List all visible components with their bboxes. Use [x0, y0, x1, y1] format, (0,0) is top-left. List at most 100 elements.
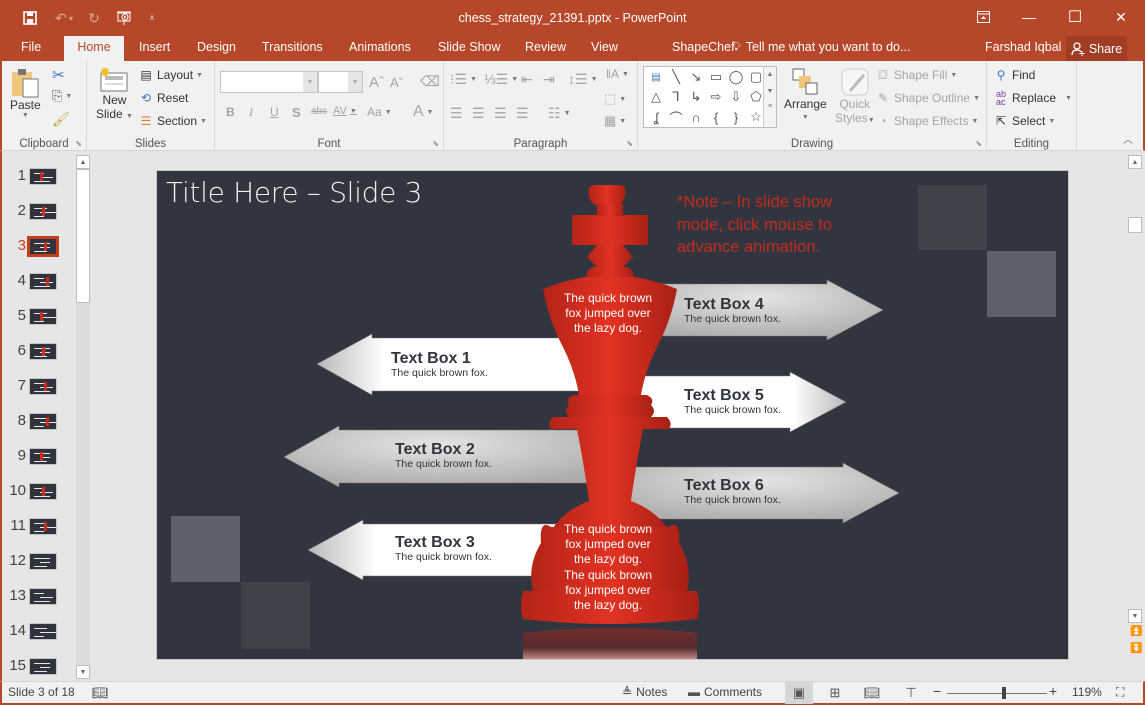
slide-thumbnail-image[interactable]: [29, 518, 57, 535]
tab-slide-show[interactable]: Slide Show: [428, 36, 511, 61]
slide-thumbnail-image[interactable]: [29, 168, 57, 185]
user-name[interactable]: Farshad Iqbal: [985, 36, 1061, 59]
slide-thumbnail-4[interactable]: 4: [2, 264, 77, 299]
change-case-button[interactable]: Aa ▼: [367, 105, 392, 119]
slide-thumbnail-7[interactable]: 7: [2, 369, 77, 404]
font-color-button[interactable]: A ▼: [413, 103, 434, 121]
zoom-slider[interactable]: [947, 693, 1047, 694]
quick-styles-button[interactable]: Quick Styles▼: [835, 67, 875, 128]
zoom-slider-handle[interactable]: [1002, 687, 1007, 699]
shape-effects-button[interactable]: ◔ Shape Effects ▼: [875, 113, 978, 129]
close-button[interactable]: ✕: [1098, 4, 1144, 30]
slide-thumbnail-3[interactable]: 3: [2, 229, 77, 264]
left-brace-shape-icon[interactable]: {: [706, 107, 726, 127]
paste-button[interactable]: Paste ▼: [10, 66, 41, 119]
canvas-scroll-up-icon[interactable]: ▲: [1128, 155, 1142, 169]
slide-thumbnail-image[interactable]: [29, 378, 57, 395]
slide-thumbnail-image[interactable]: [29, 343, 57, 360]
redo-icon[interactable]: ↻: [83, 8, 105, 28]
thumb-scroll-down-icon[interactable]: ▼: [76, 665, 90, 679]
share-button[interactable]: Share: [1066, 36, 1127, 61]
notes-button[interactable]: ≜ Notes: [622, 685, 667, 699]
slide-thumbnail-image[interactable]: [29, 658, 57, 675]
tab-view[interactable]: View: [581, 36, 628, 61]
slide-thumbnail-6[interactable]: 6: [2, 334, 77, 369]
minimize-button[interactable]: —: [1006, 4, 1052, 30]
slide-thumbnail-image[interactable]: [29, 553, 57, 570]
fit-to-window-icon[interactable]: ⛶: [1116, 685, 1124, 700]
strikethrough-button[interactable]: abc: [311, 106, 327, 117]
elbow-arrow-connector-icon[interactable]: ↳: [686, 87, 706, 107]
slide-thumbnail-11[interactable]: 11: [2, 509, 77, 544]
decrease-indent-icon[interactable]: ⇤: [521, 71, 533, 88]
gallery-more-icon[interactable]: ≡: [764, 103, 776, 110]
format-painter-icon[interactable]: 🖌︎: [52, 111, 70, 128]
comments-button[interactable]: ▬ Comments: [688, 685, 762, 699]
text-direction-icon[interactable]: ‖A ▼: [606, 67, 629, 81]
rectangle-shape-icon[interactable]: ▭: [706, 67, 726, 87]
columns-icon[interactable]: ☷ ▼: [548, 105, 571, 122]
text-box-5[interactable]: Text Box 5 The quick brown fox.: [684, 387, 781, 416]
slide-thumbnail-15[interactable]: 15: [2, 649, 77, 684]
shapes-gallery-scroll[interactable]: ▲ ▼ ≡: [763, 67, 776, 127]
elbow-connector-icon[interactable]: ⅂: [666, 87, 686, 107]
right-brace-shape-icon[interactable]: }: [726, 107, 746, 127]
bullets-icon[interactable]: ⁝☰ ▼: [450, 71, 477, 88]
gallery-down-icon[interactable]: ▼: [764, 88, 776, 95]
king-text-top[interactable]: The quick brown fox jumped over the lazy d…: [553, 291, 663, 337]
customize-qat-icon[interactable]: ⩡: [141, 8, 163, 28]
arc-shape-icon[interactable]: ⌒: [666, 107, 686, 127]
underline-button[interactable]: U: [270, 105, 279, 119]
text-box-1[interactable]: Text Box 1 The quick brown fox.: [391, 350, 488, 379]
slide-title[interactable]: Title Here – Slide 3: [166, 176, 422, 209]
spell-check-icon[interactable]: 📖︎: [92, 685, 109, 701]
canvas-scroll-thumb[interactable]: [1128, 217, 1142, 233]
right-arrow-shape-icon[interactable]: ⇨: [706, 87, 726, 107]
zoom-out-button[interactable]: −: [933, 683, 941, 699]
replace-button[interactable]: ab ac Replace ▼: [993, 90, 1072, 107]
arrow-line-shape-icon[interactable]: ↘: [686, 67, 706, 87]
shape-outline-button[interactable]: ✎ Shape Outline ▼: [875, 90, 980, 106]
slide-thumbnail-14[interactable]: 14: [2, 614, 77, 649]
tab-animations[interactable]: Animations: [339, 36, 421, 61]
scribble-shape-icon[interactable]: ʆ: [646, 107, 666, 127]
tab-insert[interactable]: Insert: [129, 36, 180, 61]
king-text-bottom[interactable]: The quick brown fox jumped over the lazy d…: [553, 522, 663, 613]
line-spacing-icon[interactable]: ↕☰ ▼: [568, 71, 598, 88]
slide[interactable]: Title Here – Slide 3 *Note – In slide sh…: [156, 170, 1069, 660]
slide-thumbnail-13[interactable]: 13: [2, 579, 77, 614]
ribbon-display-options-icon[interactable]: [960, 4, 1006, 30]
clear-formatting-icon[interactable]: ⌫: [420, 73, 440, 90]
slide-thumbnail-image[interactable]: [29, 623, 57, 640]
text-box-4[interactable]: Text Box 4 The quick brown fox.: [684, 296, 781, 325]
slide-thumbnail-2[interactable]: 2: [2, 194, 77, 229]
zoom-level[interactable]: 119%: [1072, 685, 1102, 699]
slide-thumbnail-12[interactable]: 12: [2, 544, 77, 579]
increase-indent-icon[interactable]: ⇥: [543, 71, 555, 88]
thumb-scroll-thumb[interactable]: [76, 169, 90, 303]
previous-slide-icon[interactable]: ⏫: [1130, 626, 1142, 637]
tab-design[interactable]: Design: [187, 36, 246, 61]
slide-sorter-view-icon[interactable]: ⊞: [821, 682, 849, 704]
tell-me-box[interactable]: 💡︎ Tell me what you want to do...: [732, 36, 910, 61]
tab-file[interactable]: File: [11, 36, 51, 61]
shape-fill-button[interactable]: ⛋ Shape Fill ▼: [875, 67, 957, 83]
smartart-icon[interactable]: ▦ ▼: [604, 113, 626, 129]
gallery-up-icon[interactable]: ▲: [764, 71, 776, 78]
shapes-gallery[interactable]: ▤ ╲ ↘ ▭ ◯ ▢ △ ⅂ ↳ ⇨ ⇩ ⬠ ʆ ⌒ ∩ { } ☆ ▲ ▼ …: [643, 66, 777, 128]
slide-thumbnail-9[interactable]: 9: [2, 439, 77, 474]
align-center-icon[interactable]: ☰: [472, 105, 485, 122]
reset-button[interactable]: ⟲ Reset: [138, 90, 188, 106]
slideshow-view-icon[interactable]: ⊤: [897, 682, 925, 704]
textbox-shape-icon[interactable]: ▤: [646, 67, 666, 87]
slide-thumbnail-10[interactable]: 10: [2, 474, 77, 509]
text-box-3[interactable]: Text Box 3 The quick brown fox.: [395, 534, 492, 563]
slide-counter[interactable]: Slide 3 of 18: [8, 685, 75, 699]
text-box-6[interactable]: Text Box 6 The quick brown fox.: [684, 477, 781, 506]
next-slide-icon[interactable]: ⏬: [1130, 643, 1142, 654]
tab-review[interactable]: Review: [515, 36, 576, 61]
justify-icon[interactable]: ☰: [516, 105, 529, 122]
reading-view-icon[interactable]: 📖︎: [858, 682, 886, 704]
zoom-in-button[interactable]: +: [1049, 683, 1057, 699]
line-shape-icon[interactable]: ╲: [666, 67, 686, 87]
